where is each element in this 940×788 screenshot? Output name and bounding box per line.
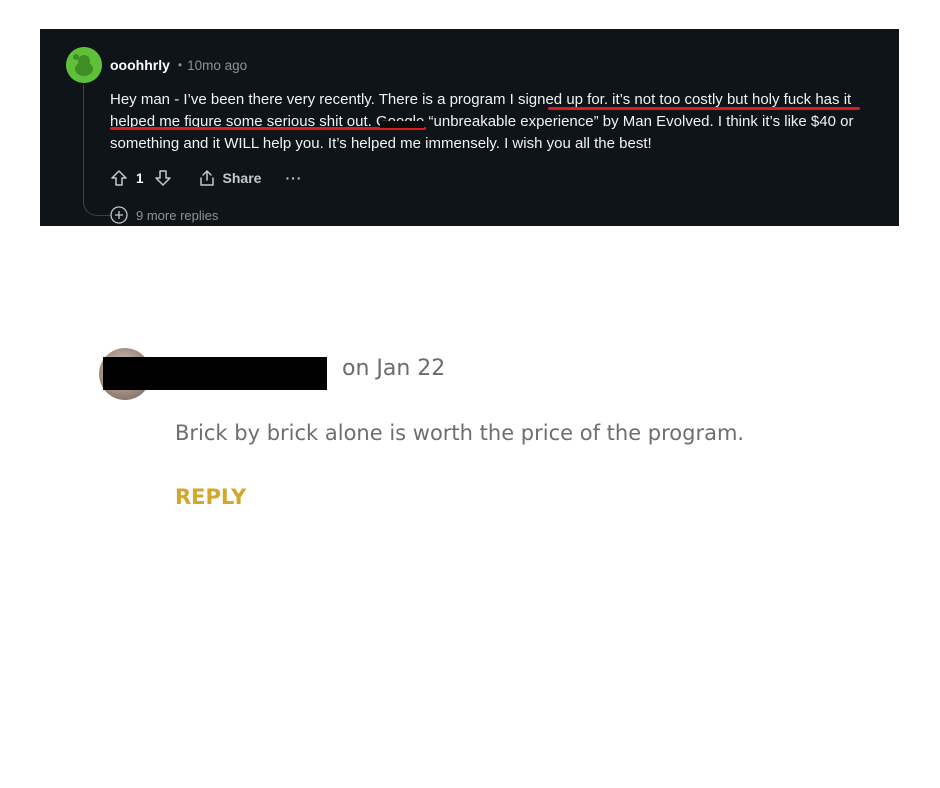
more-options-button[interactable]: ··· <box>285 170 302 186</box>
share-button[interactable]: Share <box>198 169 262 187</box>
reply-button[interactable]: REPLY <box>175 485 246 509</box>
highlight-underline <box>110 127 426 130</box>
share-label: Share <box>222 170 262 186</box>
avatar[interactable] <box>66 47 102 83</box>
thread-connector <box>83 189 110 216</box>
redaction-mark <box>380 121 424 128</box>
comment-body: Hey man - I’ve been there very recently.… <box>110 91 854 152</box>
snoo-avatar-icon <box>66 47 102 83</box>
more-replies-link[interactable]: 9 more replies <box>110 206 218 224</box>
comment-date: on Jan 22 <box>342 356 446 381</box>
comment-meta: ooohhrly • 10mo ago <box>110 57 247 73</box>
downvote-icon[interactable] <box>154 169 172 187</box>
highlight-underline <box>548 107 860 110</box>
thread-line[interactable] <box>83 85 84 205</box>
comment-body: Brick by brick alone is worth the price … <box>175 421 745 445</box>
comment-actions: 1 Share ··· <box>110 169 302 187</box>
more-replies-label: 9 more replies <box>136 207 219 223</box>
comment-age[interactable]: 10mo ago <box>187 58 247 73</box>
plus-circle-icon <box>110 206 128 224</box>
share-icon <box>198 169 216 187</box>
upvote-icon[interactable] <box>110 169 128 187</box>
redaction-box <box>103 357 327 390</box>
reddit-comment-card: ooohhrly • 10mo ago Hey man - I’ve been … <box>40 29 899 226</box>
username-link[interactable]: ooohhrly <box>110 57 170 73</box>
vote-count: 1 <box>136 170 144 186</box>
meta-separator: • <box>177 58 183 72</box>
